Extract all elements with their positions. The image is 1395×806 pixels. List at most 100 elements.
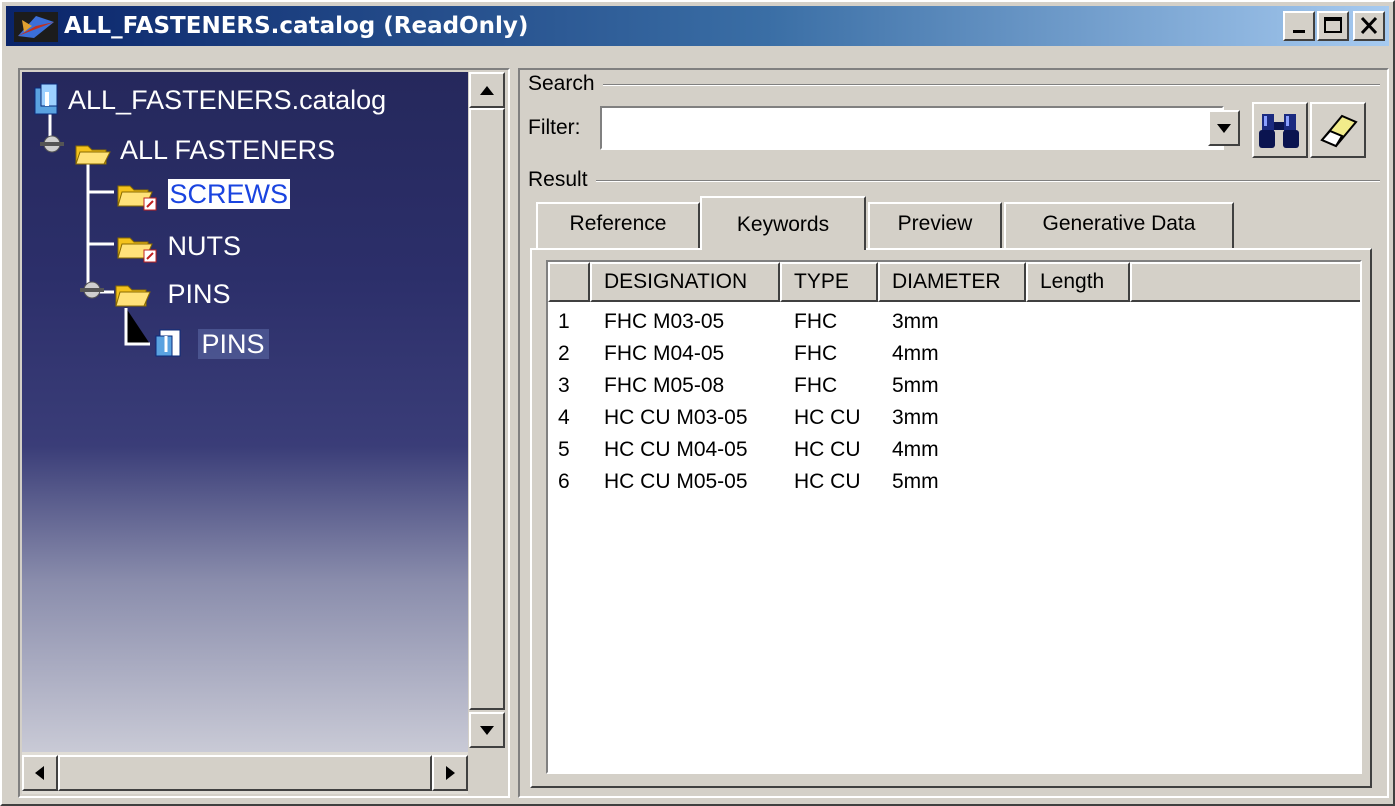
filter-input[interactable]: [600, 106, 1224, 150]
tab-label: Keywords: [736, 213, 830, 236]
column-header-label: DIAMETER: [892, 270, 1001, 293]
row-number: 1: [558, 310, 570, 333]
tree-vertical-scrollbar[interactable]: [468, 72, 506, 752]
cell-type: HC CU: [794, 406, 861, 429]
column-header-length[interactable]: Length: [1026, 262, 1130, 302]
table-row[interactable]: 1 FHC M03-05 FHC 3mm: [548, 306, 1360, 338]
filter-dropdown-button[interactable]: [1208, 110, 1240, 146]
scroll-down-icon: [480, 726, 494, 735]
column-header-type[interactable]: TYPE: [780, 262, 878, 302]
cell-designation: HC CU M04-05: [604, 438, 748, 461]
tree-item-screws[interactable]: SCREWS: [116, 176, 291, 212]
search-button[interactable]: [1252, 102, 1308, 158]
row-number-header[interactable]: [548, 262, 590, 302]
scroll-left-button[interactable]: [22, 755, 58, 791]
close-button[interactable]: [1353, 11, 1385, 41]
cell-designation: FHC M04-05: [604, 342, 725, 365]
minimize-button[interactable]: [1283, 11, 1315, 41]
cell-diameter: 3mm: [892, 310, 939, 333]
cell-diameter: 5mm: [892, 374, 939, 397]
maximize-icon: [1324, 17, 1342, 33]
tab-label: Preview: [897, 212, 973, 235]
search-group-line: [528, 84, 1380, 86]
tab-keywords[interactable]: Keywords: [700, 196, 866, 250]
cell-type: HC CU: [794, 470, 861, 493]
cell-type: HC CU: [794, 438, 861, 461]
tree-leaf-label: PINS: [197, 329, 269, 359]
scroll-up-button[interactable]: [469, 72, 505, 108]
clear-filter-button[interactable]: [1310, 102, 1366, 158]
eraser-icon: [1320, 114, 1358, 148]
column-header-label: Length: [1040, 270, 1105, 293]
tree-connector-lines: [48, 112, 150, 346]
close-icon: [1360, 16, 1378, 35]
cell-type: FHC: [794, 374, 838, 397]
scroll-right-icon: [446, 766, 455, 780]
tab-generative-data[interactable]: Generative Data: [1004, 202, 1234, 248]
folder-icon: [40, 135, 111, 165]
tree-horizontal-scrollbar[interactable]: [22, 752, 468, 794]
tab-preview[interactable]: Preview: [868, 202, 1002, 248]
folder-icon: [80, 281, 151, 307]
tree-chapter-all-fasteners[interactable]: ALL FASTENERS: [32, 132, 335, 168]
tab-label: Reference: [569, 212, 667, 235]
filter-label: Filter:: [528, 116, 589, 140]
cell-type: FHC: [794, 310, 838, 333]
header-filler: [1130, 262, 1360, 302]
chapter-link-icon: [117, 185, 157, 211]
vertical-scroll-thumb[interactable]: [469, 108, 505, 710]
result-group-line: [528, 180, 1380, 182]
minimize-icon: [1293, 30, 1305, 33]
catalog-window: ALL_FASTENERS.catalog (ReadOnly) ALL_FAS…: [0, 0, 1395, 806]
scroll-up-icon: [480, 86, 494, 95]
keywords-tab-panel: DESIGNATION TYPE DIAMETER Length 1 FHC M…: [530, 248, 1372, 788]
search-group-label: Search: [528, 72, 603, 96]
row-number: 2: [558, 342, 570, 365]
tree-item-nuts[interactable]: NUTS: [116, 228, 241, 264]
title-bar[interactable]: ALL_FASTENERS.catalog (ReadOnly): [6, 6, 1389, 46]
table-row[interactable]: 5 HC CU M04-05 HC CU 4mm: [548, 434, 1360, 466]
dropdown-arrow-icon: [1217, 124, 1231, 133]
tree-item-label: SCREWS: [167, 179, 291, 209]
search-result-pane: Search Filter: Result Reference Keywords…: [518, 68, 1389, 798]
table-row[interactable]: 2 FHC M04-05 FHC 4mm: [548, 338, 1360, 370]
catalog-tree[interactable]: ALL_FASTENERS.catalog ALL FASTENERS SCRE…: [22, 72, 468, 752]
column-header-label: TYPE: [794, 270, 849, 293]
tree-chapter-label: ALL FASTENERS: [120, 135, 336, 165]
column-header-designation[interactable]: DESIGNATION: [590, 262, 780, 302]
scroll-down-button[interactable]: [469, 712, 505, 748]
column-header-diameter[interactable]: DIAMETER: [878, 262, 1026, 302]
result-group-label: Result: [528, 168, 596, 192]
catalog-icon: [34, 83, 58, 115]
tab-reference[interactable]: Reference: [536, 202, 700, 248]
scroll-right-button[interactable]: [432, 755, 468, 791]
cell-designation: FHC M05-08: [604, 374, 725, 397]
horizontal-scroll-thumb[interactable]: [58, 755, 432, 791]
maximize-button[interactable]: [1317, 11, 1349, 41]
table-header: DESIGNATION TYPE DIAMETER Length: [548, 262, 1360, 302]
chapter-link-icon: [117, 237, 157, 263]
cell-diameter: 3mm: [892, 406, 939, 429]
tree-leaf-pins[interactable]: PINS: [154, 326, 269, 362]
tree-item-pins[interactable]: PINS: [72, 276, 231, 312]
row-number: 5: [558, 438, 570, 461]
binoculars-icon: [1259, 114, 1299, 148]
column-header-label: DESIGNATION: [604, 270, 748, 293]
cell-diameter: 4mm: [892, 438, 939, 461]
tree-item-label: PINS: [167, 279, 231, 309]
table-row[interactable]: 4 HC CU M03-05 HC CU 3mm: [548, 402, 1360, 434]
cell-designation: FHC M03-05: [604, 310, 725, 333]
tree-item-label: NUTS: [167, 231, 242, 261]
cell-diameter: 4mm: [892, 342, 939, 365]
cell-diameter: 5mm: [892, 470, 939, 493]
table-row[interactable]: 6 HC CU M05-05 HC CU 5mm: [548, 466, 1360, 498]
tree-root[interactable]: ALL_FASTENERS.catalog: [32, 82, 386, 118]
table-row[interactable]: 3 FHC M05-08 FHC 5mm: [548, 370, 1360, 402]
scroll-left-icon: [35, 766, 44, 780]
tab-label: Generative Data: [1042, 212, 1196, 235]
cell-designation: HC CU M05-05: [604, 470, 748, 493]
tree-root-label: ALL_FASTENERS.catalog: [68, 85, 387, 115]
results-table[interactable]: DESIGNATION TYPE DIAMETER Length 1 FHC M…: [546, 260, 1362, 774]
catia-app-icon: [14, 12, 58, 42]
row-number: 3: [558, 374, 570, 397]
